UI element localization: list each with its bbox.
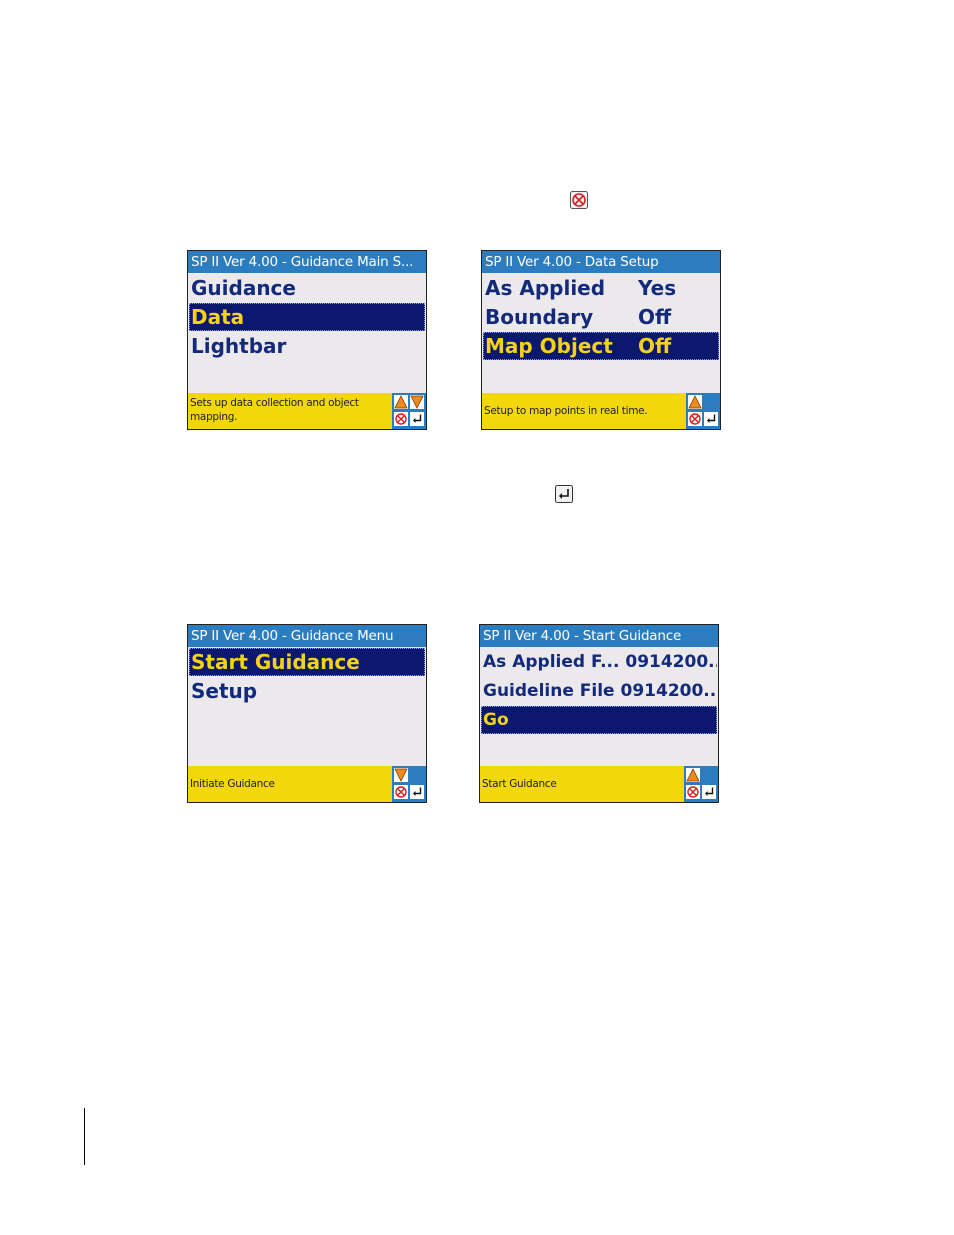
menu-item-label: Lightbar [191,334,287,358]
enter-icon[interactable] [704,412,718,426]
menu-item[interactable]: As Applied Yes [483,274,719,302]
menu-item-label: Go [483,710,509,730]
menu-item-label: As Applied F... 0914200... [483,652,717,672]
menu-item-label: As Applied [485,276,606,300]
menu-item[interactable]: Start Guidance [189,648,425,676]
guidance-menu-screen: SP II Ver 4.00 - Guidance Menu Start Guid… [187,624,427,803]
nav-keypad [392,393,426,429]
status-bar: Start Guidance [480,766,718,802]
down-arrow-icon[interactable] [410,395,424,409]
up-arrow-icon[interactable] [688,395,702,409]
guidance-main-screen: SP II Ver 4.00 - Guidance Main S... Guida… [187,250,427,430]
status-bar: Sets up data collection and object mappi… [188,393,426,429]
window-title: SP II Ver 4.00 - Guidance Menu [188,625,426,647]
up-arrow-icon[interactable] [394,395,408,409]
menu-item[interactable]: Boundary Off [483,303,719,331]
menu-item[interactable]: Lightbar [189,332,425,360]
menu-item-label: Guideline File 0914200... [483,681,717,701]
menu-item-label: Setup [191,679,258,703]
menu-item[interactable]: Go [481,706,717,734]
help-text: Sets up data collection and object mappi… [190,397,359,423]
nav-keypad [684,766,718,802]
nav-keypad [392,766,426,802]
menu-item-label: Guidance [191,276,296,300]
help-text: Setup to map points in real time. [484,405,648,417]
menu-item-label: Data [191,305,245,329]
help-text: Initiate Guidance [190,778,275,790]
menu-item-label: Start Guidance [191,650,360,674]
menu-item[interactable]: Guidance [189,274,425,302]
menu-item[interactable]: Guideline File 0914200... [481,677,717,705]
data-setup-screen: SP II Ver 4.00 - Data Setup As Applied Yes… [481,250,721,430]
cancel-icon[interactable] [394,412,408,426]
cancel-icon[interactable] [688,412,702,426]
status-bar: Setup to map points in real time. [482,393,720,429]
menu-item[interactable]: Setup [189,677,425,705]
menu-item-value: Off [638,305,672,329]
menu-item-value: Off [638,334,672,358]
cancel-icon[interactable] [686,785,700,799]
window-title: SP II Ver 4.00 - Guidance Main S... [188,251,426,273]
menu-item[interactable]: Data [189,303,425,331]
cancel-icon[interactable] [394,785,408,799]
nav-keypad [686,393,720,429]
enter-icon [555,485,573,503]
menu-item-label: Map Object [485,334,613,358]
margin-rule [84,1108,85,1165]
enter-icon[interactable] [410,412,424,426]
help-text: Start Guidance [482,778,557,790]
status-bar: Initiate Guidance [188,766,426,802]
menu-item[interactable]: Map Object Off [483,332,719,360]
up-arrow-icon[interactable] [686,768,700,782]
start-guidance-screen: SP II Ver 4.00 - Start Guidance As Applie… [479,624,719,803]
cancel-icon [570,191,588,209]
window-title: SP II Ver 4.00 - Start Guidance [480,625,718,647]
down-arrow-icon[interactable] [394,768,408,782]
menu-item-label: Boundary [485,305,594,329]
enter-icon[interactable] [702,785,716,799]
menu-item-value: Yes [638,276,677,300]
enter-icon[interactable] [410,785,424,799]
window-title: SP II Ver 4.00 - Data Setup [482,251,720,273]
menu-item[interactable]: As Applied F... 0914200... [481,648,717,676]
